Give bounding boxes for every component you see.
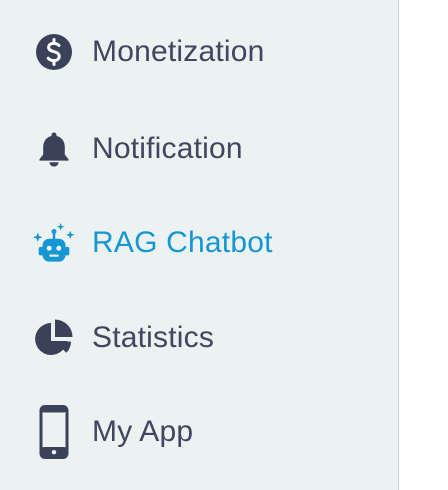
sidebar-item-label: Statistics: [92, 321, 215, 354]
sidebar-item-label: Monetization: [92, 35, 265, 68]
sidebar-item-monetization[interactable]: Monetization: [0, 17, 398, 87]
sidebar-item-label: My App: [92, 415, 194, 448]
sidebar-item-label: RAG Chatbot: [92, 226, 273, 259]
sidebar-item-rag-chatbot[interactable]: RAG Chatbot: [0, 208, 398, 278]
pie-chart-icon: [32, 316, 76, 360]
dollar-circle-icon: [32, 30, 76, 74]
sidebar: Monetization Notification RAG Chatbot St…: [0, 0, 399, 490]
bell-icon: [32, 127, 76, 171]
smartphone-icon: [32, 405, 76, 459]
sidebar-item-my-app[interactable]: My App: [0, 397, 398, 467]
sidebar-item-label: Notification: [92, 132, 243, 165]
main-content-area: [399, 0, 448, 490]
sidebar-item-statistics[interactable]: Statistics: [0, 303, 398, 373]
robot-sparkle-icon: [32, 221, 76, 265]
sidebar-item-notification[interactable]: Notification: [0, 114, 398, 184]
